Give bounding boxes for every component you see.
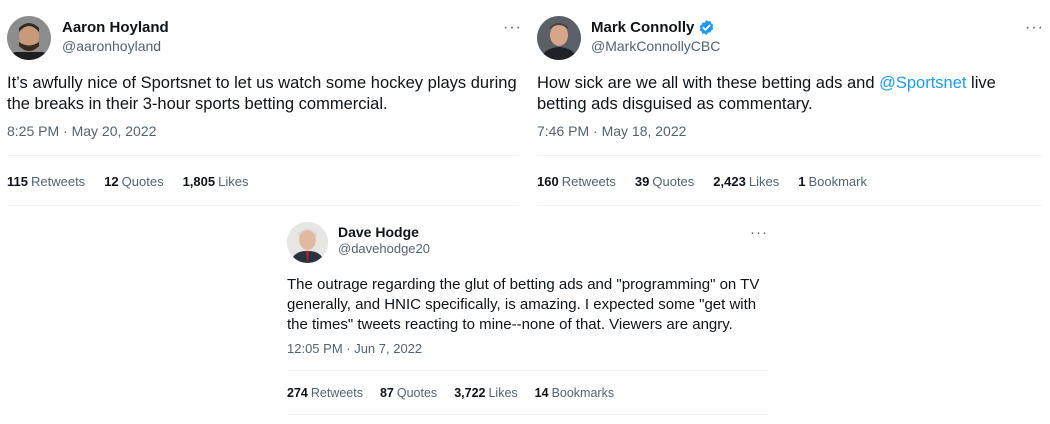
name-line: Dave Hodge xyxy=(338,224,419,240)
tweet-text: The outrage regarding the glut of bettin… xyxy=(287,276,760,333)
avatar[interactable] xyxy=(7,16,51,60)
quotes-label: Quotes xyxy=(121,174,164,189)
more-horizontal-icon[interactable]: ··· xyxy=(503,20,522,36)
likes-stat[interactable]: 2,423 Likes xyxy=(713,174,779,189)
retweets-count: 115 xyxy=(7,174,28,189)
bookmarks-label: Bookmarks xyxy=(551,386,615,400)
tweet-text: It’s awfully nice of Sportsnet to let us… xyxy=(7,74,517,113)
quotes-stat[interactable]: 12 Quotes xyxy=(104,174,163,189)
user-handle[interactable]: @MarkConnollyCBC xyxy=(591,38,720,54)
divider xyxy=(287,414,768,415)
bookmarks-stat[interactable]: 1 Bookmark xyxy=(798,174,867,189)
quotes-count: 87 xyxy=(379,386,394,400)
quotes-stat[interactable]: 87 Quotes xyxy=(380,386,437,400)
likes-label: Likes xyxy=(748,174,780,189)
quotes-count: 39 xyxy=(634,174,650,189)
name-line: Aaron Hoyland xyxy=(62,19,169,36)
more-horizontal-icon[interactable]: ··· xyxy=(750,225,768,240)
mention-link[interactable]: @Sportsnet xyxy=(879,74,966,92)
divider xyxy=(7,155,519,156)
likes-label: Likes xyxy=(218,174,249,189)
timestamp[interactable]: 12:05 PM · Jun 7, 2022 xyxy=(287,341,422,356)
quotes-label: Quotes xyxy=(652,174,695,189)
retweets-stat[interactable]: 274 Retweets xyxy=(287,386,363,400)
bookmarks-label: Bookmark xyxy=(808,174,867,189)
tweet-dave-hodge: Dave Hodge @davehodge20 ··· The outrage … xyxy=(287,220,768,420)
likes-label: Likes xyxy=(488,386,518,400)
name-line: Mark Connolly xyxy=(591,19,715,36)
verified-badge-icon xyxy=(700,20,714,35)
retweets-label: Retweets xyxy=(561,174,616,189)
quotes-stat[interactable]: 39 Quotes xyxy=(635,174,694,189)
likes-stat[interactable]: 1,805 Likes xyxy=(183,174,249,189)
avatar[interactable] xyxy=(287,222,328,263)
tweet-stats: 115 Retweets 12 Quotes 1,805 Likes xyxy=(7,174,267,189)
divider xyxy=(7,205,519,206)
quotes-label: Quotes xyxy=(396,386,438,400)
bookmarks-count: 1 xyxy=(798,174,806,189)
user-handle[interactable]: @aaronhoyland xyxy=(62,38,161,54)
tweet-stats: 274 Retweets 87 Quotes 3,722 Likes 14 Bookma… xyxy=(287,386,633,400)
tweet-stats: 160 Retweets 39 Quotes 2,423 Likes 1 Bookmar… xyxy=(537,174,886,189)
user-handle[interactable]: @davehodge20 xyxy=(338,241,430,256)
display-name[interactable]: Aaron Hoyland xyxy=(62,19,169,36)
retweets-count: 274 xyxy=(287,386,308,400)
likes-count: 2,423 xyxy=(713,174,746,189)
retweets-label: Retweets xyxy=(30,174,86,189)
bookmarks-count: 14 xyxy=(534,386,549,400)
timestamp[interactable]: 8:25 PM · May 20, 2022 xyxy=(7,123,156,139)
retweets-stat[interactable]: 115 Retweets xyxy=(7,174,85,189)
retweets-label: Retweets xyxy=(310,386,363,400)
tweet-text: How sick are we all with these betting a… xyxy=(537,73,1037,115)
divider xyxy=(537,205,1042,206)
retweets-count: 160 xyxy=(537,174,559,189)
divider xyxy=(537,155,1042,156)
likes-stat[interactable]: 3,722 Likes xyxy=(454,386,517,400)
likes-count: 1,805 xyxy=(182,174,216,189)
bookmarks-stat[interactable]: 14 Bookmarks xyxy=(535,386,614,400)
tweet-mark-connolly: Mark Connolly @MarkConnollyCBC ··· How s… xyxy=(537,14,1044,206)
divider xyxy=(287,370,768,371)
tweet-text-start: How sick are we all with these betting a… xyxy=(537,74,880,92)
timestamp[interactable]: 7:46 PM · May 18, 2022 xyxy=(537,123,686,139)
avatar[interactable] xyxy=(537,16,581,60)
quotes-count: 12 xyxy=(104,174,119,189)
display-name[interactable]: Dave Hodge xyxy=(338,224,419,240)
retweets-stat[interactable]: 160 Retweets xyxy=(537,174,616,189)
tweet-aaron-hoyland: Aaron Hoyland @aaronhoyland ··· It’s awf… xyxy=(7,14,522,206)
likes-count: 3,722 xyxy=(454,386,486,400)
more-horizontal-icon[interactable]: ··· xyxy=(1025,20,1044,36)
display-name[interactable]: Mark Connolly xyxy=(591,19,694,36)
